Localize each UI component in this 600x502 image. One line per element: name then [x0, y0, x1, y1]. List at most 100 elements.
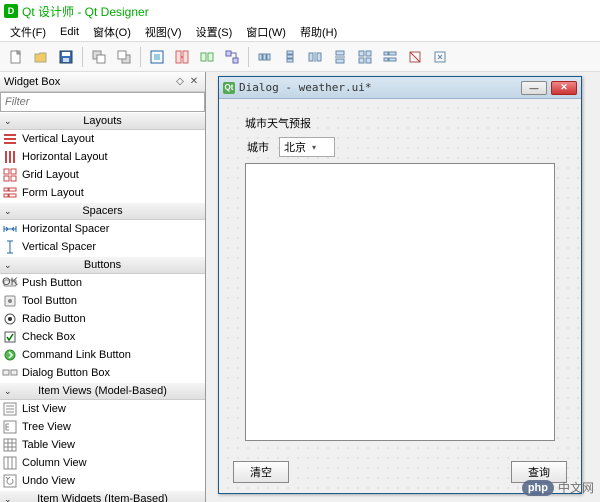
menubar: 文件(F) Edit 窗体(O) 视图(V) 设置(S) 窗口(W) 帮助(H): [0, 22, 600, 42]
widget-grid-layout[interactable]: Grid Layout: [0, 166, 205, 184]
dock-close-icon[interactable]: ✕: [187, 75, 201, 89]
category-item-widgets[interactable]: ⌄Item Widgets (Item-Based): [0, 490, 205, 502]
city-row: 城市 北京 ▾: [247, 137, 335, 157]
widget-box-header: Widget Box ◇ ✕: [0, 72, 205, 92]
widget-box-title: Widget Box: [4, 76, 173, 88]
form-layout-icon: [2, 186, 18, 200]
chevron-down-icon: ▾: [312, 143, 316, 152]
open-file-button[interactable]: [29, 45, 53, 69]
minimize-button[interactable]: —: [521, 81, 547, 95]
result-textbox[interactable]: [245, 163, 555, 441]
widget-undo-view[interactable]: Undo View: [0, 472, 205, 490]
dialog-button-box-icon: [2, 366, 18, 380]
menu-file[interactable]: 文件(F): [4, 22, 52, 42]
widget-tool-button[interactable]: Tool Button: [0, 292, 205, 310]
chevron-down-icon: ⌄: [4, 386, 12, 397]
layout-hsplit-button[interactable]: [303, 45, 327, 69]
horizontal-spacer-icon: [2, 222, 18, 236]
command-link-icon: [2, 348, 18, 362]
dock-float-icon[interactable]: ◇: [173, 75, 187, 89]
qt-logo-icon: D: [4, 4, 18, 18]
chevron-down-icon: ⌄: [4, 206, 12, 217]
edit-widgets-button[interactable]: [145, 45, 169, 69]
widget-check-box[interactable]: Check Box: [0, 328, 205, 346]
layout-grid-button[interactable]: [353, 45, 377, 69]
design-canvas[interactable]: Qt Dialog - weather.ui* — ✕ 城市天气预报 城市 北京…: [206, 72, 600, 502]
city-combobox[interactable]: 北京 ▾: [279, 137, 335, 157]
weather-groupbox[interactable]: 城市天气预报 城市 北京 ▾: [233, 109, 567, 451]
list-view-icon: [2, 402, 18, 416]
check-box-icon: [2, 330, 18, 344]
dialog-window[interactable]: Qt Dialog - weather.ui* — ✕ 城市天气预报 城市 北京…: [218, 76, 582, 494]
category-spacers[interactable]: ⌄Spacers: [0, 202, 205, 220]
layout-horizontal-button[interactable]: [253, 45, 277, 69]
menu-settings[interactable]: 设置(S): [190, 22, 239, 42]
widget-column-view[interactable]: Column View: [0, 454, 205, 472]
widget-radio-button[interactable]: Radio Button: [0, 310, 205, 328]
widget-horizontal-spacer[interactable]: Horizontal Spacer: [0, 220, 205, 238]
break-layout-button[interactable]: [403, 45, 427, 69]
widget-form-layout[interactable]: Form Layout: [0, 184, 205, 202]
widget-horizontal-layout[interactable]: Horizontal Layout: [0, 148, 205, 166]
menu-help[interactable]: 帮助(H): [294, 22, 343, 42]
toolbar: [0, 42, 600, 72]
category-item-views[interactable]: ⌄Item Views (Model-Based): [0, 382, 205, 400]
dialog-titlebar[interactable]: Qt Dialog - weather.ui* — ✕: [219, 77, 581, 99]
widget-tree-view[interactable]: Tree View: [0, 418, 205, 436]
push-button-icon: OK: [2, 276, 18, 290]
groupbox-title: 城市天气预报: [241, 115, 315, 131]
city-label: 城市: [247, 139, 269, 155]
filter-input[interactable]: [0, 92, 205, 112]
widget-table-view[interactable]: Table View: [0, 436, 205, 454]
watermark: php 中文网: [522, 479, 594, 496]
layout-vertical-button[interactable]: [278, 45, 302, 69]
widget-box-panel: Widget Box ◇ ✕ ⌄Layouts Vertical Layout …: [0, 72, 206, 502]
category-buttons[interactable]: ⌄Buttons: [0, 256, 205, 274]
layout-form-button[interactable]: [378, 45, 402, 69]
toolbar-separator: [82, 47, 83, 67]
grid-layout-icon: [2, 168, 18, 182]
chevron-down-icon: ⌄: [4, 494, 12, 502]
layout-vsplit-button[interactable]: [328, 45, 352, 69]
edit-buddies-button[interactable]: [195, 45, 219, 69]
chevron-down-icon: ⌄: [4, 260, 12, 271]
widget-dialog-button-box[interactable]: Dialog Button Box: [0, 364, 205, 382]
widget-push-button[interactable]: OKPush Button: [0, 274, 205, 292]
qt-logo-icon: Qt: [223, 82, 235, 94]
category-layouts[interactable]: ⌄Layouts: [0, 112, 205, 130]
adjust-size-button[interactable]: [428, 45, 452, 69]
widget-command-link-button[interactable]: Command Link Button: [0, 346, 205, 364]
widget-list-view[interactable]: List View: [0, 400, 205, 418]
save-button[interactable]: [54, 45, 78, 69]
tree-view-icon: [2, 420, 18, 434]
widget-vertical-spacer[interactable]: Vertical Spacer: [0, 238, 205, 256]
new-file-button[interactable]: [4, 45, 28, 69]
widget-vertical-layout[interactable]: Vertical Layout: [0, 130, 205, 148]
city-value: 北京: [284, 139, 306, 155]
menu-edit[interactable]: Edit: [54, 24, 85, 40]
dialog-body[interactable]: 城市天气预报 城市 北京 ▾ 清空 查询: [219, 99, 581, 493]
clear-button[interactable]: 清空: [233, 461, 289, 483]
send-back-button[interactable]: [87, 45, 111, 69]
toolbar-separator: [248, 47, 249, 67]
tool-button-icon: [2, 294, 18, 308]
horizontal-layout-icon: [2, 150, 18, 164]
watermark-badge: php: [522, 480, 554, 496]
close-button[interactable]: ✕: [551, 81, 577, 95]
menu-view[interactable]: 视图(V): [139, 22, 188, 42]
radio-button-icon: [2, 312, 18, 326]
app-titlebar: D Qt 设计师 - Qt Designer: [0, 0, 600, 22]
main-area: Widget Box ◇ ✕ ⌄Layouts Vertical Layout …: [0, 72, 600, 502]
edit-signals-button[interactable]: [170, 45, 194, 69]
widget-list[interactable]: ⌄Layouts Vertical Layout Horizontal Layo…: [0, 112, 205, 502]
toolbar-separator: [140, 47, 141, 67]
button-row: 清空 查询: [233, 461, 567, 483]
menu-form[interactable]: 窗体(O): [87, 22, 137, 42]
undo-view-icon: [2, 474, 18, 488]
edit-tab-order-button[interactable]: [220, 45, 244, 69]
svg-text:OK: OK: [2, 276, 18, 288]
vertical-spacer-icon: [2, 240, 18, 254]
table-view-icon: [2, 438, 18, 452]
menu-window[interactable]: 窗口(W): [240, 22, 292, 42]
bring-front-button[interactable]: [112, 45, 136, 69]
